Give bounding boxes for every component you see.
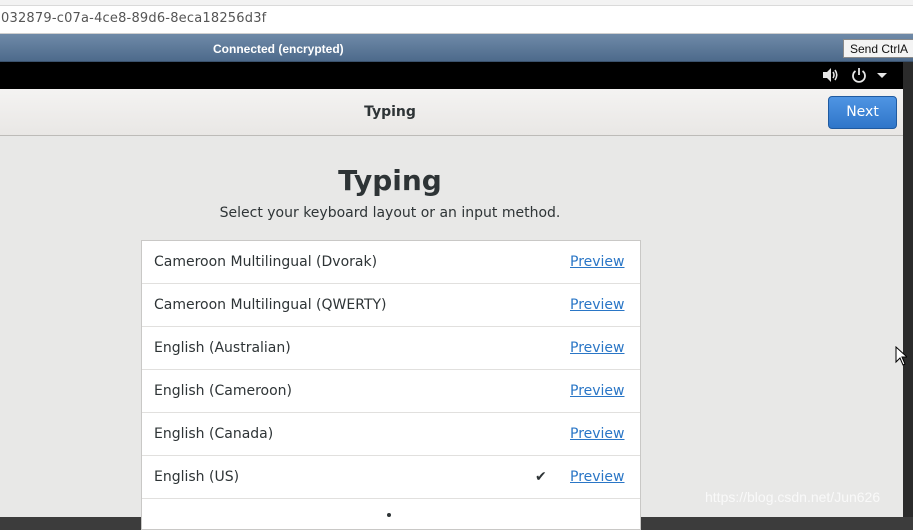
preview-link[interactable]: Preview [570,383,625,399]
preview-link[interactable]: Preview [570,426,625,442]
preview-link[interactable]: Preview [570,469,625,485]
layout-name: Cameroon Multilingual (QWERTY) [154,297,387,313]
checkmark-icon: ✔ [535,469,547,485]
browser-tab-strip [0,0,913,6]
layout-row[interactable]: Cameroon Multilingual (QWERTY) Preview [142,284,640,327]
main-content: Typing Select your keyboard layout or an… [0,136,903,530]
mouse-cursor-icon [895,345,909,370]
power-icon[interactable] [851,67,867,83]
url-text[interactable]: 032879-c07a-4ce8-89d6-8eca18256d3f [1,11,266,26]
preview-link[interactable]: Preview [570,254,625,270]
layout-name: English (Canada) [154,426,274,442]
vnc-status-bar: Connected (encrypted) Send CtrlA [0,34,913,62]
more-options-icon[interactable] [387,513,391,517]
layout-name: English (US) [154,469,240,485]
layout-name: English (Australian) [154,340,291,356]
layout-name: Cameroon Multilingual (Dvorak) [154,254,378,270]
layout-name: English (Cameroon) [154,383,292,399]
layout-row-selected[interactable]: English (US) ✔ Preview [142,456,640,499]
header-title: Typing [364,104,416,120]
next-button[interactable]: Next [828,96,897,129]
volume-icon[interactable] [822,67,840,83]
system-top-bar [0,62,903,89]
layout-row[interactable]: Cameroon Multilingual (Dvorak) Preview [142,241,640,284]
window-edge [903,62,913,517]
preview-link[interactable]: Preview [570,297,625,313]
browser-url-bar: 032879-c07a-4ce8-89d6-8eca18256d3f [0,0,913,34]
page-subtitle: Select your keyboard layout or an input … [219,205,561,221]
watermark-text: https://blog.csdn.net/Jun626 [705,489,881,505]
header-bar: Typing Next [0,89,903,136]
layout-row[interactable]: English (Canada) Preview [142,413,640,456]
preview-link[interactable]: Preview [570,340,625,356]
page-title: Typing [338,164,442,197]
layout-row[interactable]: English (Australian) Preview [142,327,640,370]
send-ctrl-alt-del-button[interactable]: Send CtrlA [843,39,913,58]
layout-row[interactable]: English (Cameroon) Preview [142,370,640,413]
connection-status: Connected (encrypted) [213,42,344,56]
layout-list: Cameroon Multilingual (Dvorak) Preview C… [141,240,641,530]
chevron-down-icon[interactable] [876,67,888,83]
